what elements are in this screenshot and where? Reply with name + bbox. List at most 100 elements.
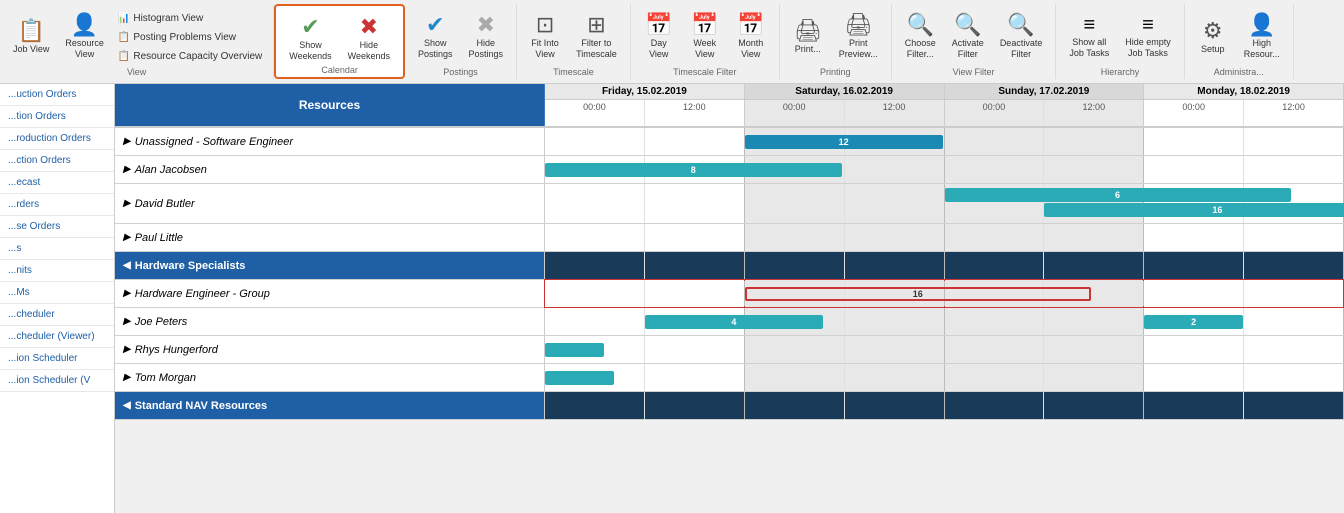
hide-empty-job-tasks-label: Hide emptyJob Tasks	[1125, 37, 1171, 59]
expand-icon[interactable]: ◀	[123, 400, 131, 411]
cell-sun-pm	[1044, 336, 1143, 363]
task-bar	[545, 371, 614, 385]
print-preview-icon: 🖨	[844, 14, 872, 36]
job-view-button[interactable]: 📋 Job View	[6, 8, 56, 66]
date-label-saturday: Saturday, 16.02.2019	[745, 84, 944, 100]
time-1200-friday: 12:00	[645, 100, 744, 126]
table-row[interactable]: ▶ Tom Morgan	[115, 364, 1344, 392]
cell-fri-am	[545, 364, 645, 391]
day-view-icon: 📅	[645, 14, 672, 36]
sidebar-item-production-orders-3[interactable]: ...roduction Orders	[0, 128, 114, 150]
cell-sat-pm	[845, 252, 944, 279]
resource-name: Alan Jacobsen	[135, 164, 207, 176]
resource-view-button[interactable]: 👤 ResourceView	[58, 8, 111, 66]
choose-filter-button[interactable]: 🔍 ChooseFilter...	[898, 8, 943, 66]
time-0000-sunday: 00:00	[945, 100, 1045, 126]
expand-icon[interactable]: ▶	[123, 316, 131, 327]
high-resource-button[interactable]: 👤 HighResour...	[1237, 8, 1287, 66]
table-row[interactable]: ▶ Rhys Hungerford	[115, 336, 1344, 364]
filter-to-timescale-button[interactable]: ⊞ Filter toTimescale	[569, 8, 624, 66]
deactivate-filter-button[interactable]: 🔍 DeactivateFilter	[993, 8, 1050, 66]
day-view-button[interactable]: 📅 DayView	[637, 8, 681, 66]
expand-icon[interactable]: ◀	[123, 260, 131, 271]
sidebar-item-production-orders-1[interactable]: ...uction Orders	[0, 84, 114, 106]
sidebar-item-scheduler-viewer[interactable]: ...cheduler (Viewer)	[0, 326, 114, 348]
month-view-icon: 📅	[737, 14, 764, 36]
week-view-button[interactable]: 📅 WeekView	[683, 8, 727, 66]
sidebar-item-scheduler[interactable]: ...cheduler	[0, 304, 114, 326]
task-bar: 16	[1044, 203, 1344, 217]
cell-fri-am	[545, 308, 645, 335]
histogram-view-button[interactable]: 📊 Histogram View	[113, 10, 267, 27]
table-row[interactable]: ▶ Paul Little	[115, 224, 1344, 252]
day-cells-sat	[745, 252, 945, 279]
expand-icon[interactable]: ▶	[123, 198, 131, 209]
table-row[interactable]: ▶ Hardware Engineer - Group 16	[115, 280, 1344, 308]
day-cells-fri	[545, 224, 745, 251]
activate-filter-button[interactable]: 🔍 ActivateFilter	[945, 8, 991, 66]
hide-postings-button[interactable]: ✖ HidePostings	[462, 8, 511, 66]
table-row[interactable]: ▶ Joe Peters 4	[115, 308, 1344, 336]
table-row[interactable]: ▶ David Butler 6	[115, 184, 1344, 224]
cell-sun-am	[945, 308, 1045, 335]
setup-icon: ⚙	[1203, 20, 1223, 42]
sidebar-item-s[interactable]: ...s	[0, 238, 114, 260]
posting-problems-view-button[interactable]: 📋 Posting Problems View	[113, 29, 267, 46]
resource-body[interactable]: ▶ Unassigned - Software Engineer 12	[115, 128, 1344, 513]
hierarchy-group-label: Hierarchy	[1056, 67, 1183, 77]
sidebar-item-forecast[interactable]: ...ecast	[0, 172, 114, 194]
sidebar-item-orders[interactable]: ...rders	[0, 194, 114, 216]
table-row[interactable]: ◀ Hardware Specialists	[115, 252, 1344, 280]
sidebar-item-se-orders[interactable]: ...se Orders	[0, 216, 114, 238]
table-row[interactable]: ◀ Standard NAV Resources	[115, 392, 1344, 420]
sidebar-item-ms[interactable]: ...Ms	[0, 282, 114, 304]
day-cells-mon	[1144, 392, 1344, 419]
print-preview-button[interactable]: 🖨 PrintPreview...	[832, 8, 885, 66]
toolbar-group-administra: ⚙ Setup 👤 HighResour... Administra...	[1185, 4, 1294, 79]
show-postings-button[interactable]: ✔ ShowPostings	[411, 8, 460, 66]
hide-weekends-icon: ✖	[360, 16, 378, 38]
expand-icon[interactable]: ▶	[123, 344, 131, 355]
sidebar-item-ion-scheduler[interactable]: ...ion Scheduler	[0, 348, 114, 370]
task-bar: 12	[745, 135, 943, 149]
time-0000-friday: 00:00	[545, 100, 645, 126]
expand-icon[interactable]: ▶	[123, 372, 131, 383]
timeline-cells: 16	[545, 280, 1344, 307]
resource-name-cell: ◀ Standard NAV Resources	[115, 392, 545, 419]
cell-sun-am	[945, 336, 1045, 363]
day-cells-sat: 16	[745, 280, 945, 307]
cell-mon-pm	[1244, 252, 1343, 279]
expand-icon[interactable]: ▶	[123, 232, 131, 243]
cell-sat-pm	[845, 224, 944, 251]
day-cells-sun	[945, 128, 1145, 155]
expand-icon[interactable]: ▶	[123, 136, 131, 147]
cell-fri-am	[545, 252, 645, 279]
month-view-button[interactable]: 📅 MonthView	[729, 8, 773, 66]
table-row[interactable]: ▶ Unassigned - Software Engineer 12	[115, 128, 1344, 156]
expand-icon[interactable]: ▶	[123, 288, 131, 299]
day-cells-sat	[745, 392, 945, 419]
cell-mon-pm	[1244, 364, 1343, 391]
table-row[interactable]: ▶ Alan Jacobsen 8	[115, 156, 1344, 184]
show-all-job-tasks-button[interactable]: ≡ Show allJob Tasks	[1062, 8, 1116, 66]
cell-sat-am	[745, 224, 845, 251]
cell-sun-am	[945, 252, 1045, 279]
hide-empty-job-tasks-button[interactable]: ≡ Hide emptyJob Tasks	[1118, 8, 1178, 66]
cell-mon-pm	[1244, 280, 1343, 307]
resource-name-cell: ◀ Hardware Specialists	[115, 252, 545, 279]
hide-weekends-button[interactable]: ✖ HideWeekends	[341, 10, 397, 68]
activate-filter-label: ActivateFilter	[952, 38, 984, 60]
sidebar-item-units[interactable]: ...nits	[0, 260, 114, 282]
expand-icon[interactable]: ▶	[123, 164, 131, 175]
resource-capacity-overview-button[interactable]: 📋 Resource Capacity Overview	[113, 48, 267, 65]
histogram-icon: 📊	[118, 13, 130, 24]
sidebar-item-ion-scheduler-v[interactable]: ...ion Scheduler (V	[0, 370, 114, 392]
day-cells-mon	[1144, 364, 1344, 391]
print-button[interactable]: 🖨 Print...	[786, 8, 830, 66]
fit-into-view-button[interactable]: ⊡ Fit IntoView	[523, 8, 567, 66]
day-cells-mon	[1144, 156, 1344, 183]
show-weekends-button[interactable]: ✔ ShowWeekends	[282, 10, 338, 68]
setup-button[interactable]: ⚙ Setup	[1191, 8, 1235, 66]
sidebar-item-production-orders-4[interactable]: ...ction Orders	[0, 150, 114, 172]
sidebar-item-production-orders-2[interactable]: ...tion Orders	[0, 106, 114, 128]
